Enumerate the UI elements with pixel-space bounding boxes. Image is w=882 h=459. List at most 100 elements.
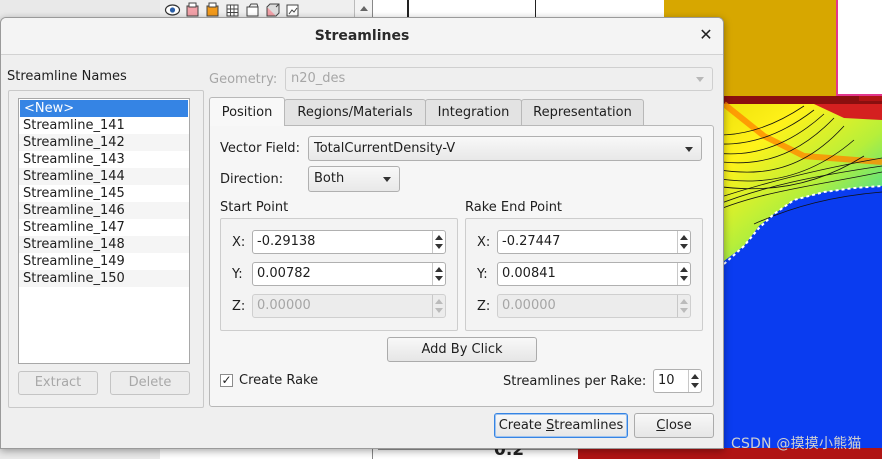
chevron-down-icon	[435, 308, 443, 313]
tab-representation[interactable]: Representation	[521, 99, 644, 126]
close-button[interactable]: Close	[634, 413, 714, 438]
end-x-value: -0.27447	[502, 234, 561, 249]
chevron-down-icon	[696, 77, 704, 82]
list-item[interactable]: Streamline_141	[19, 117, 189, 134]
create-rake-label: Create Rake	[239, 373, 319, 388]
tab-representation-label: Representation	[533, 105, 632, 120]
vector-field-value: TotalCurrentDensity-V	[314, 141, 456, 156]
direction-label: Direction:	[220, 172, 284, 187]
cube-icon[interactable]	[264, 2, 281, 18]
start-x-label: X:	[232, 235, 246, 250]
start-x-stepper[interactable]	[432, 231, 445, 253]
geometry-select[interactable]: n20_des	[285, 67, 713, 91]
create-streamlines-label-pre: Create	[498, 418, 547, 433]
end-z-value: 0.00000	[502, 298, 556, 313]
streamlines-per-rake-spinbox[interactable]: 10	[653, 369, 702, 393]
check-icon: ✓	[221, 373, 232, 387]
rake-end-point-label: Rake End Point	[465, 200, 563, 215]
streamlines-per-rake-value: 10	[658, 373, 675, 388]
add-by-click-button[interactable]: Add By Click	[387, 337, 537, 362]
start-y-spinbox[interactable]: 0.00782	[252, 262, 446, 286]
white-box-icon[interactable]	[244, 2, 261, 18]
tab-regions-materials-label: Regions/Materials	[297, 105, 413, 120]
list-item[interactable]: Streamline_144	[19, 168, 189, 185]
list-item[interactable]: Streamline_143	[19, 151, 189, 168]
delete-button[interactable]: Delete	[110, 371, 190, 395]
streamline-list[interactable]: <New> Streamline_141 Streamline_142 Streaml…	[18, 98, 190, 364]
chevron-down-icon	[685, 146, 693, 152]
orange-box-icon[interactable]	[204, 2, 221, 18]
end-z-label: Z:	[477, 299, 491, 314]
list-item[interactable]: Streamline_147	[19, 219, 189, 236]
vector-field-select[interactable]: TotalCurrentDensity-V	[308, 136, 702, 161]
end-x-label: X:	[477, 235, 491, 250]
tab-integration-label: Integration	[437, 105, 510, 120]
extract-button[interactable]: Extract	[18, 371, 98, 395]
start-x-value: -0.29138	[257, 234, 316, 249]
start-z-stepper	[432, 295, 445, 317]
chevron-up-icon	[435, 267, 443, 272]
direction-value: Both	[314, 171, 345, 186]
dialog-titlebar[interactable]: Streamlines ✕	[1, 18, 723, 55]
start-point-label: Start Point	[220, 200, 289, 215]
start-y-value: 0.00782	[257, 266, 311, 281]
chevron-down-icon	[435, 244, 443, 249]
geometry-value: n20_des	[291, 71, 346, 86]
end-z-spinbox[interactable]: 0.00000	[497, 294, 691, 318]
streamline-names-label: Streamline Names	[7, 69, 127, 84]
start-z-spinbox[interactable]: 0.00000	[252, 294, 446, 318]
chevron-up-icon	[680, 267, 688, 272]
start-y-stepper[interactable]	[432, 263, 445, 285]
end-y-stepper[interactable]	[677, 263, 690, 285]
tab-integration[interactable]: Integration	[425, 99, 522, 126]
end-y-label: Y:	[477, 267, 488, 282]
chevron-down-icon	[680, 244, 688, 249]
close-icon[interactable]: ✕	[698, 27, 714, 43]
dialog-title: Streamlines	[314, 28, 410, 44]
start-x-spinbox[interactable]: -0.29138	[252, 230, 446, 254]
create-streamlines-label-post: treamlines	[554, 418, 624, 433]
close-label-post: lose	[665, 418, 692, 433]
delete-button-label: Delete	[128, 375, 172, 390]
streamlines-per-rake-stepper[interactable]	[688, 370, 701, 392]
list-item[interactable]: Streamline_145	[19, 185, 189, 202]
end-x-stepper[interactable]	[677, 231, 690, 253]
end-y-spinbox[interactable]: 0.00841	[497, 262, 691, 286]
start-z-label: Z:	[232, 299, 246, 314]
extract-button-label: Extract	[34, 375, 82, 390]
chevron-down-icon	[383, 177, 391, 182]
start-z-value: 0.00000	[257, 298, 311, 313]
tab-position-label: Position	[221, 105, 273, 120]
geometry-label: Geometry:	[209, 72, 278, 87]
chevron-up-icon	[691, 374, 699, 379]
end-x-spinbox[interactable]: -0.27447	[497, 230, 691, 254]
chevron-up-icon	[435, 235, 443, 240]
streamlines-per-rake-label: Streamlines per Rake:	[503, 374, 647, 389]
chevron-up-icon	[435, 299, 443, 304]
end-z-stepper	[677, 295, 690, 317]
pink-box-icon[interactable]	[184, 2, 201, 18]
chevron-up-icon	[680, 299, 688, 304]
tab-regions-materials[interactable]: Regions/Materials	[284, 99, 426, 126]
frame-icon[interactable]	[284, 2, 301, 18]
eye-icon[interactable]	[164, 2, 181, 18]
background-pink-frame	[836, 0, 882, 96]
list-item[interactable]: Streamline_149	[19, 253, 189, 270]
list-item[interactable]: Streamline_142	[19, 134, 189, 151]
tab-position[interactable]: Position	[209, 97, 285, 126]
list-item-new[interactable]: <New>	[20, 100, 188, 117]
list-item[interactable]: Streamline_146	[19, 202, 189, 219]
watermark: CSDN @摸摸小熊猫	[731, 436, 862, 452]
end-y-value: 0.00841	[502, 266, 556, 281]
grid-box-icon[interactable]	[224, 2, 241, 18]
streamlines-dialog: Streamlines ✕ Streamline Names <New> Stre…	[0, 17, 724, 449]
create-streamlines-button[interactable]: Create Streamlines	[494, 413, 628, 438]
direction-select[interactable]: Both	[308, 166, 400, 192]
create-rake-checkbox[interactable]: ✓	[220, 374, 233, 387]
chevron-up-icon	[680, 235, 688, 240]
background-bottom-panel	[378, 449, 578, 459]
list-item[interactable]: Streamline_150	[19, 270, 189, 287]
vector-field-label: Vector Field:	[220, 141, 300, 156]
chevron-down-icon	[435, 276, 443, 281]
list-item[interactable]: Streamline_148	[19, 236, 189, 253]
